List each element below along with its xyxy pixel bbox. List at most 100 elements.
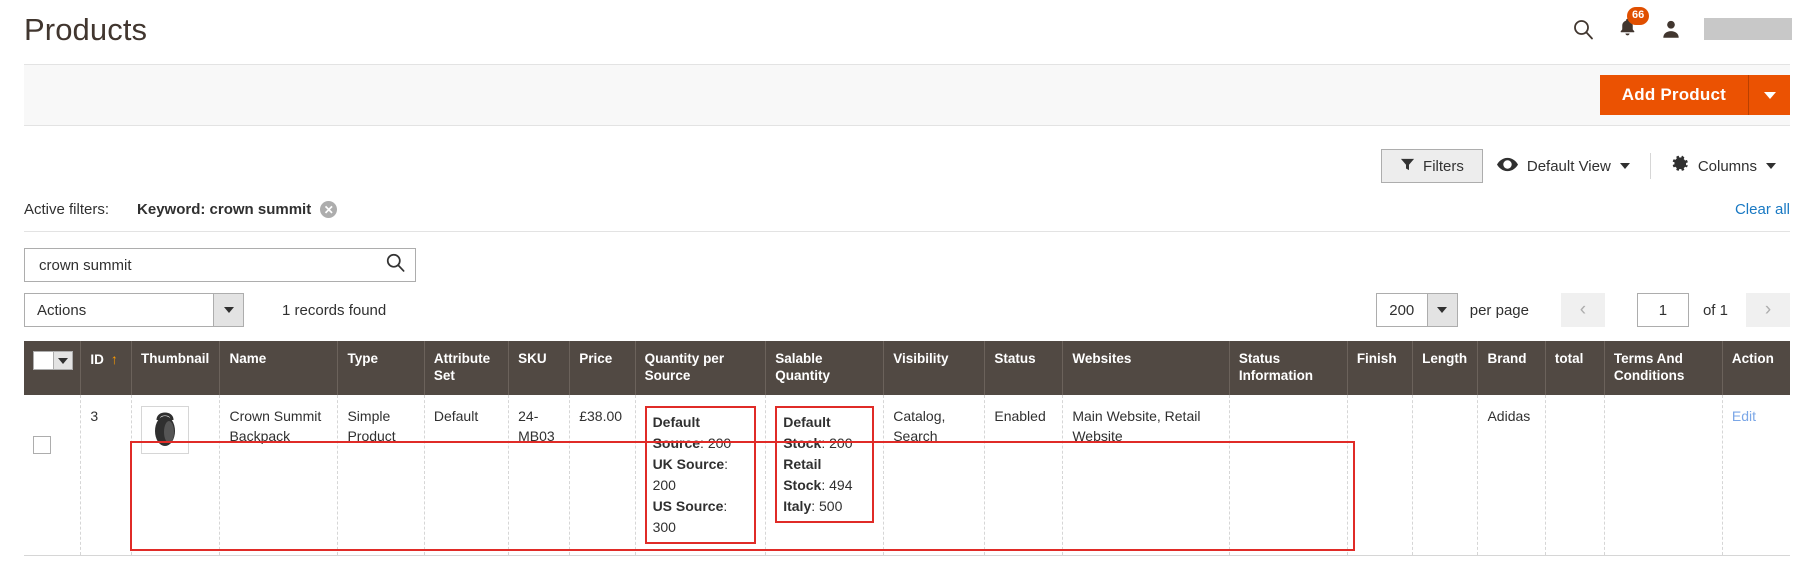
add-product-button[interactable]: Add Product bbox=[1600, 75, 1748, 115]
select-all-checkbox[interactable] bbox=[33, 351, 73, 370]
sq-label-0: Default Stock bbox=[783, 414, 830, 451]
sq-value-0: 200 bbox=[829, 435, 852, 451]
quantity-per-source-highlight: Default Source: 200 UK Source: 200 US So… bbox=[645, 406, 757, 544]
edit-link[interactable]: Edit bbox=[1732, 408, 1756, 424]
close-circle-icon[interactable]: ✕ bbox=[320, 201, 337, 218]
user-icon[interactable] bbox=[1660, 18, 1682, 40]
page-title: Products bbox=[24, 14, 147, 45]
cell-sku: 24-MB03 bbox=[509, 395, 570, 556]
header-thumbnail[interactable]: Thumbnail bbox=[131, 341, 220, 395]
header-status-information[interactable]: Status Information bbox=[1229, 341, 1347, 395]
records-found-label: 1 records found bbox=[282, 302, 386, 319]
per-page-select[interactable]: 200 bbox=[1376, 293, 1458, 327]
table-header-row: ID ↑ Thumbnail Name Type Attribute Set SK… bbox=[24, 341, 1790, 395]
actions-select-toggle[interactable] bbox=[213, 294, 243, 326]
sq-label-2: Italy bbox=[783, 498, 811, 514]
checkbox-box bbox=[34, 352, 53, 369]
cell-attribute-set: Default bbox=[424, 395, 508, 556]
header-action: Action bbox=[1722, 341, 1790, 395]
header-name[interactable]: Name bbox=[220, 341, 338, 395]
qps-label-1: UK Source bbox=[653, 456, 725, 472]
cell-total bbox=[1545, 395, 1604, 556]
header-type[interactable]: Type bbox=[338, 341, 424, 395]
header-attribute-set[interactable]: Attribute Set bbox=[424, 341, 508, 395]
header-total[interactable]: total bbox=[1545, 341, 1604, 395]
qps-label-2: US Source bbox=[653, 498, 724, 514]
cell-status-information bbox=[1229, 395, 1347, 556]
backpack-thumbnail bbox=[141, 406, 189, 454]
eye-icon bbox=[1497, 157, 1518, 176]
header-price[interactable]: Price bbox=[570, 341, 635, 395]
cell-length bbox=[1413, 395, 1478, 556]
header-visibility[interactable]: Visibility bbox=[884, 341, 985, 395]
search-icon[interactable] bbox=[384, 251, 407, 279]
keyword-search-box[interactable] bbox=[24, 248, 416, 282]
cell-status: Enabled bbox=[985, 395, 1063, 556]
sq-value-1: 494 bbox=[829, 477, 852, 493]
header-websites[interactable]: Websites bbox=[1063, 341, 1229, 395]
header-id[interactable]: ID ↑ bbox=[81, 341, 132, 395]
header-sku[interactable]: SKU bbox=[509, 341, 570, 395]
chevron-right-icon[interactable]: › bbox=[1746, 293, 1790, 327]
grid-toolbar: Actions 1 records found 200 per page ‹ o… bbox=[24, 293, 1790, 327]
default-view-label: Default View bbox=[1527, 158, 1611, 175]
active-filters-bar: Active filters: Keyword: crown summit ✕ … bbox=[24, 198, 1790, 232]
grid-controls: Filters Default View Columns bbox=[24, 148, 1790, 184]
page-header: Products 66 bbox=[0, 0, 1814, 58]
sq-label-1: Retail Stock bbox=[783, 456, 821, 493]
header-finish[interactable]: Finish bbox=[1347, 341, 1412, 395]
cell-action[interactable]: Edit bbox=[1722, 395, 1790, 556]
page-number-input[interactable] bbox=[1637, 293, 1689, 327]
page-total-label: of 1 bbox=[1703, 302, 1728, 319]
caret-down-icon[interactable] bbox=[53, 352, 72, 369]
search-input[interactable] bbox=[37, 256, 384, 275]
clear-all-link[interactable]: Clear all bbox=[1735, 201, 1790, 218]
header-status[interactable]: Status bbox=[985, 341, 1063, 395]
controls-divider bbox=[1650, 153, 1651, 179]
qps-value-2: 300 bbox=[653, 519, 676, 535]
cell-thumbnail[interactable] bbox=[131, 395, 220, 556]
pagination: 200 per page ‹ of 1 › bbox=[1376, 293, 1790, 327]
sort-asc-icon: ↑ bbox=[111, 351, 118, 367]
row-checkbox-cell[interactable] bbox=[24, 395, 81, 556]
header-terms-and-conditions[interactable]: Terms And Conditions bbox=[1604, 341, 1722, 395]
search-row bbox=[24, 248, 1790, 282]
header-brand[interactable]: Brand bbox=[1478, 341, 1545, 395]
filters-button[interactable]: Filters bbox=[1381, 149, 1483, 183]
header-tools: 66 bbox=[1571, 16, 1792, 43]
caret-down-icon bbox=[1620, 163, 1630, 169]
header-id-label: ID bbox=[90, 352, 104, 367]
columns-selector[interactable]: Columns bbox=[1657, 149, 1790, 183]
funnel-icon bbox=[1400, 157, 1415, 176]
add-product-dropdown-toggle[interactable] bbox=[1748, 75, 1790, 115]
notifications-button[interactable]: 66 bbox=[1617, 16, 1638, 43]
search-icon[interactable] bbox=[1571, 17, 1595, 41]
chevron-left-icon[interactable]: ‹ bbox=[1561, 293, 1605, 327]
qps-value-1: 200 bbox=[653, 477, 676, 493]
header-salable-quantity[interactable]: Salable Quantity bbox=[766, 341, 884, 395]
actions-select-value: Actions bbox=[25, 294, 213, 326]
header-length[interactable]: Length bbox=[1413, 341, 1478, 395]
header-quantity-per-source[interactable]: Quantity per Source bbox=[635, 341, 766, 395]
cell-salable-quantity: Default Stock: 200 Retail Stock: 494 Ita… bbox=[766, 395, 884, 556]
row-checkbox[interactable] bbox=[33, 436, 51, 454]
active-filter-chip-label: Keyword: crown summit bbox=[137, 201, 311, 218]
caret-down-icon bbox=[1764, 92, 1776, 99]
cell-terms-and-conditions bbox=[1604, 395, 1722, 556]
cell-name: Crown Summit Backpack bbox=[220, 395, 338, 556]
cell-websites: Main Website, Retail Website bbox=[1063, 395, 1229, 556]
per-page-toggle[interactable] bbox=[1427, 294, 1457, 326]
notifications-badge: 66 bbox=[1627, 7, 1649, 25]
cell-id: 3 bbox=[81, 395, 132, 556]
cell-type: Simple Product bbox=[338, 395, 424, 556]
actions-select[interactable]: Actions bbox=[24, 293, 244, 327]
caret-down-icon bbox=[224, 307, 234, 313]
header-select-all[interactable] bbox=[24, 341, 81, 395]
caret-down-icon bbox=[1766, 163, 1776, 169]
default-view-selector[interactable]: Default View bbox=[1483, 149, 1644, 183]
cell-visibility: Catalog, Search bbox=[884, 395, 985, 556]
products-grid-page: Products 66 bbox=[0, 0, 1814, 582]
per-page-value: 200 bbox=[1377, 294, 1427, 326]
per-page-label: per page bbox=[1470, 302, 1529, 319]
qps-label-0: Default Source bbox=[653, 414, 700, 451]
